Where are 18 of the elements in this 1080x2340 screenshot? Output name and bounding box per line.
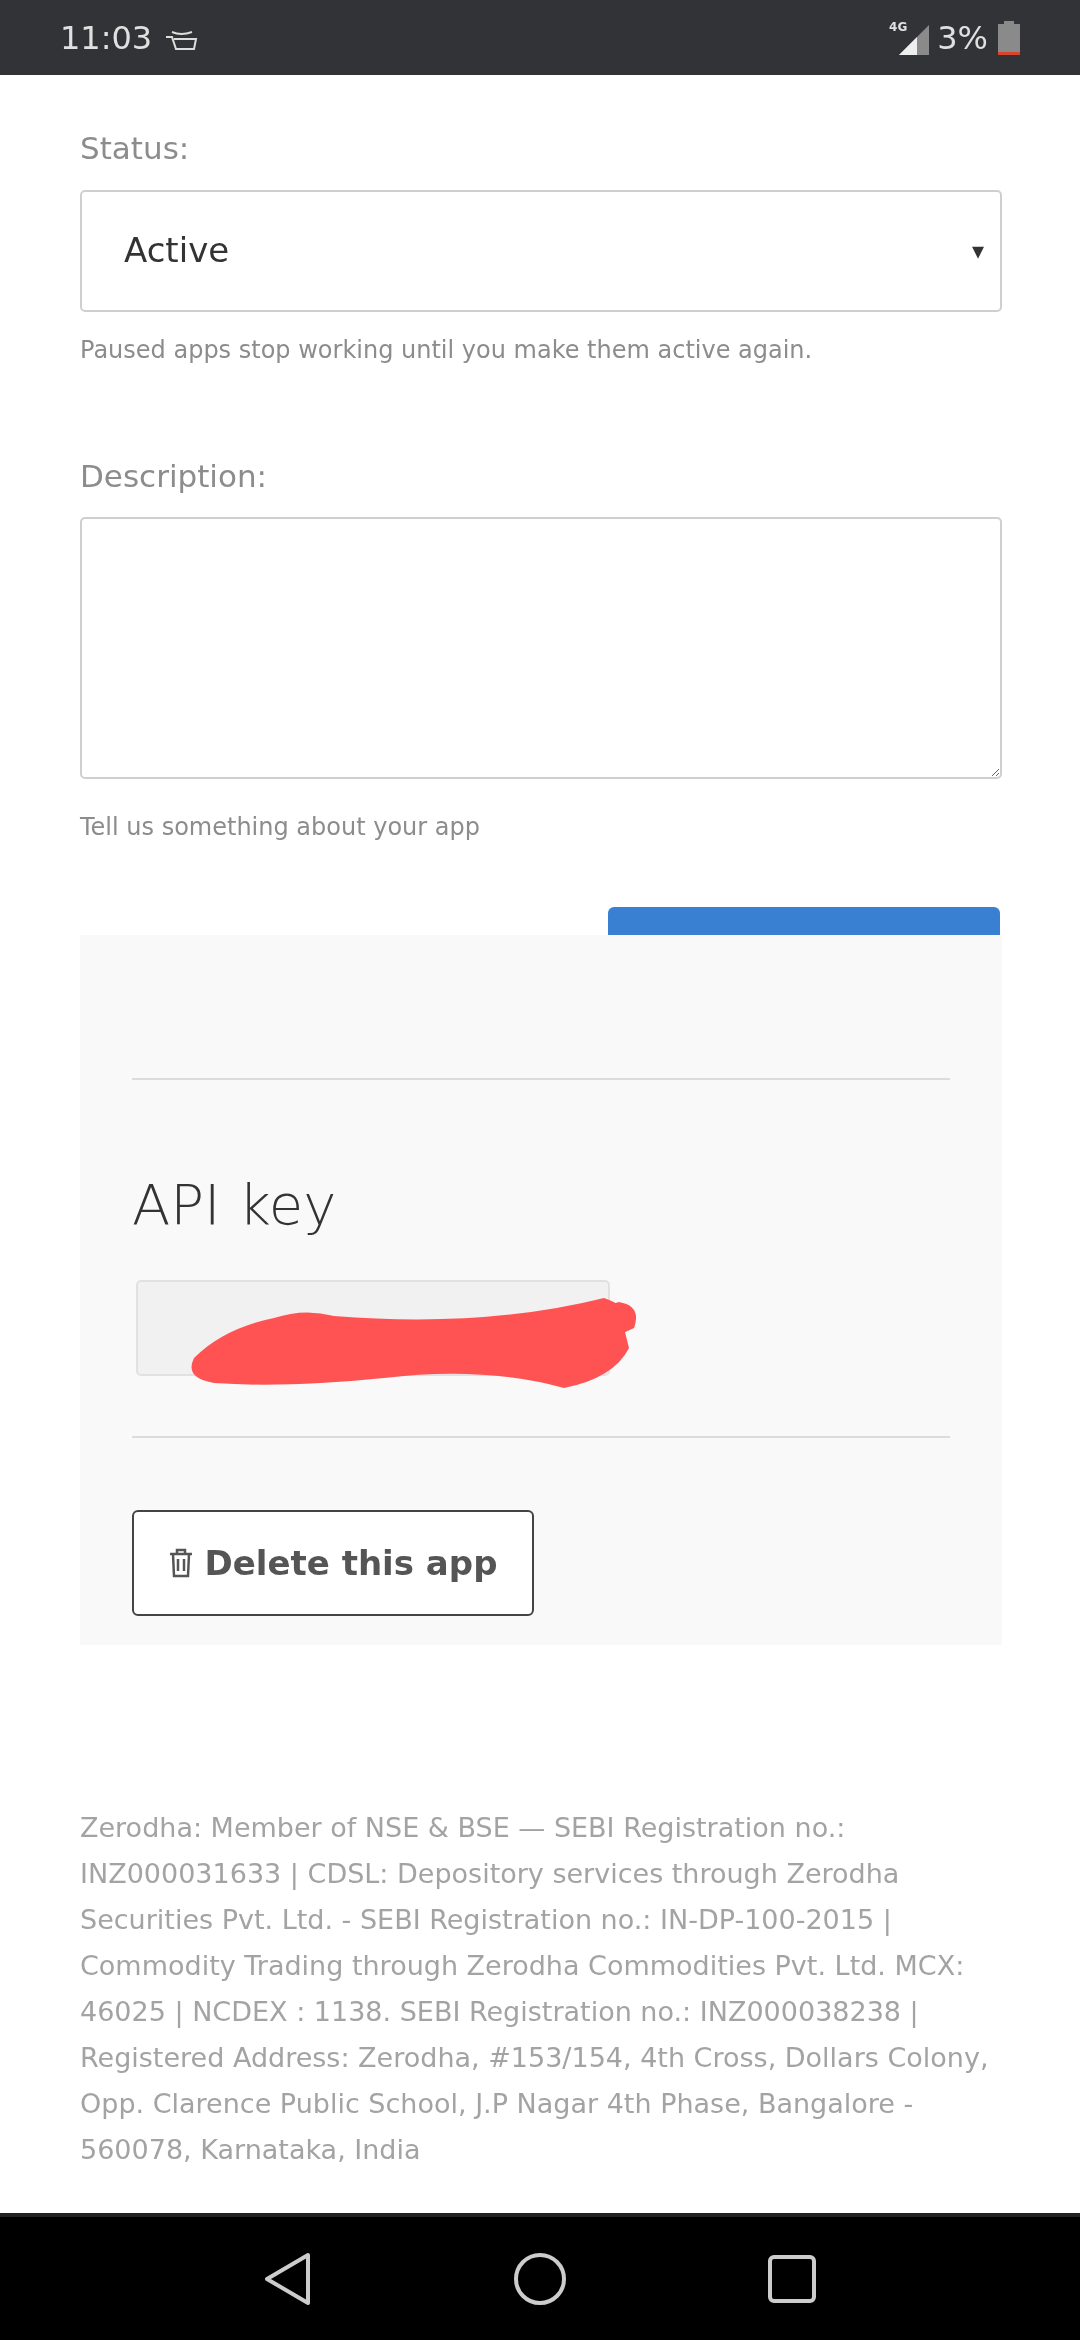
trash-icon xyxy=(168,1548,193,1578)
field-hint: Tell us something about your app xyxy=(80,812,481,843)
footer-text: Zerodha: Member of NSE & BSE — SEBI Registration no.: INZ000031633 | CDSL: Depository services through Zerodha Securities Pvt. Ltd. - SEBI Registration no.: IN-DP-100-2015 | Commodity Trading through Zerodha Commodities Pvt. Ltd. MCX: 46025 | NCDEX : 1138. SEBI Registration no.: INZ000038238 | Registered Address: Zerodha, #153/154, 4th Cross, Dollars Colony, Opp. Clarence Public School, J.P Nagar 4th Phase, Bangalore - 560078, Karnataka, India xyxy=(80,1811,990,2167)
network-label: 4G xyxy=(889,20,908,33)
clock: 11:03 xyxy=(60,17,153,59)
description-field[interactable] xyxy=(80,517,1002,779)
field-label: Status: xyxy=(80,129,191,168)
cart-icon xyxy=(164,28,199,53)
field-label: Description: xyxy=(80,456,268,496)
battery-icon xyxy=(998,20,1020,55)
status-dropdown[interactable]: Active ▾ xyxy=(80,189,1002,312)
field-hint: Paused apps stop working until you make them active again. xyxy=(80,334,814,366)
home-icon[interactable] xyxy=(513,2251,567,2306)
battery-percent: 3% xyxy=(937,17,988,59)
back-icon[interactable] xyxy=(263,2251,313,2306)
panel-title: API key xyxy=(132,1171,338,1239)
recents-icon[interactable] xyxy=(767,2253,817,2304)
delete-app-button[interactable]: Delete this app xyxy=(132,1510,534,1616)
